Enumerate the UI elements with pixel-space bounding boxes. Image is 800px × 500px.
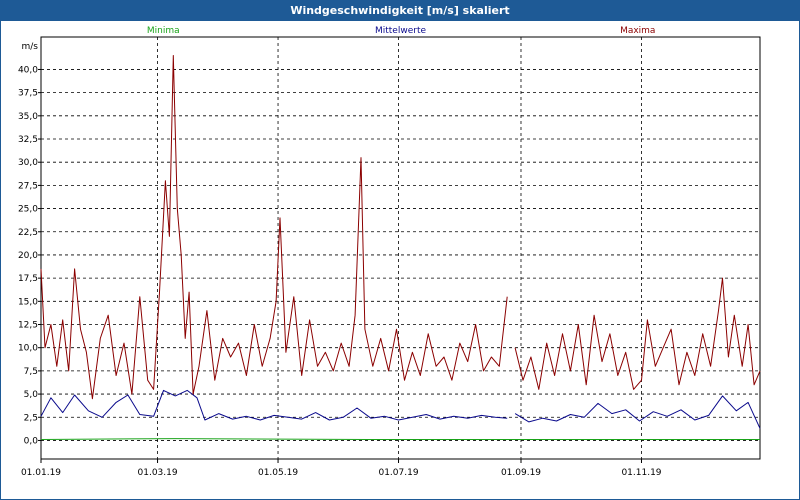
axes: 0,0 2,5 5,0 7,5 10,0 12,5 15,0 17,5 20,0 22,5 25,0… — [18, 36, 761, 478]
x-tick-label: 01.01.19 — [21, 468, 61, 478]
y-tick-label: 20,0 — [18, 251, 38, 261]
legend-entry: Minima — [147, 26, 180, 36]
y-tick-label: 7,5 — [24, 367, 38, 377]
y-tick-label: 15,0 — [18, 297, 38, 307]
y-tick-label: 0,0 — [24, 436, 39, 446]
y-tick-label: 25,0 — [18, 205, 38, 215]
grid-lines — [41, 37, 760, 459]
y-tick-label: 35,0 — [18, 112, 38, 122]
x-tick-label: 01.09.19 — [501, 468, 541, 478]
series-line-maxima — [40, 55, 761, 400]
chart-window: Windgeschwindigkeit [m/s] skaliert 0,0 2,… — [0, 0, 800, 500]
x-tick-label: 01.03.19 — [138, 468, 178, 478]
plot-border — [40, 36, 761, 460]
y-tick-label: 27,5 — [18, 181, 38, 191]
y-tick-label: 5,0 — [24, 390, 39, 400]
y-tick-label: 40,0 — [18, 65, 38, 75]
x-tick-label: 01.05.19 — [258, 468, 298, 478]
legend-entry: Mittelwerte — [375, 26, 426, 36]
y-tick-label: 22,5 — [18, 228, 38, 238]
legend: Minima Mittelwerte Maxima — [147, 26, 656, 36]
y-tick-label: 2,5 — [24, 413, 38, 423]
y-axis-label: m/s — [22, 42, 39, 52]
y-tick-label: 37,5 — [18, 89, 38, 99]
legend-entry: Maxima — [620, 26, 655, 36]
x-tick-label: 01.07.19 — [378, 468, 418, 478]
line-chart: 0,0 2,5 5,0 7,5 10,0 12,5 15,0 17,5 20,0 22,5 25,0… — [18, 26, 761, 478]
y-tick-label: 12,5 — [18, 321, 38, 331]
y-tick-label: 32,5 — [18, 135, 38, 145]
series-lines — [40, 55, 761, 440]
y-tick-label: 10,0 — [18, 344, 38, 354]
x-tick-label: 01.11.19 — [621, 468, 661, 478]
series-line-minima — [40, 438, 760, 440]
y-tick-label: 30,0 — [18, 158, 38, 168]
series-line-mittelwerte — [40, 389, 761, 429]
y-tick-label: 17,5 — [18, 274, 38, 284]
